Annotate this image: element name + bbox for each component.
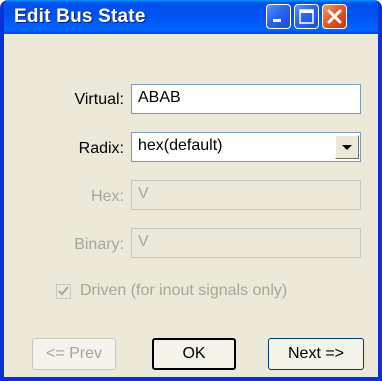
minimize-icon xyxy=(273,19,281,22)
radix-select[interactable]: hex(default) xyxy=(131,132,361,162)
radix-label: Radix: xyxy=(78,140,124,157)
minimize-button[interactable] xyxy=(266,4,291,29)
hex-label: Hex: xyxy=(91,188,124,205)
driven-checkbox-label: Driven (for inout signals only) xyxy=(80,282,288,299)
driven-checkbox xyxy=(56,284,71,299)
chevron-down-icon xyxy=(342,145,352,150)
maximize-icon xyxy=(299,9,314,24)
close-icon xyxy=(327,9,342,24)
window-title: Edit Bus State xyxy=(14,6,146,27)
virtual-label: Virtual: xyxy=(74,91,124,108)
binary-input: V xyxy=(131,228,361,258)
radix-dropdown-button[interactable] xyxy=(335,135,359,159)
binary-label: Binary: xyxy=(74,236,124,253)
edit-bus-state-dialog: Edit Bus State Virtual: ABAB Radix: hex(… xyxy=(0,0,382,381)
next-button[interactable]: Next => xyxy=(268,338,364,370)
checkmark-icon xyxy=(58,286,69,296)
prev-button: <= Prev xyxy=(32,338,116,370)
maximize-button[interactable] xyxy=(294,4,319,29)
hex-input: V xyxy=(131,180,361,210)
radix-selected-value: hex(default) xyxy=(138,137,223,154)
close-button[interactable] xyxy=(322,4,347,29)
title-bar[interactable]: Edit Bus State xyxy=(4,0,378,34)
ok-button[interactable]: OK xyxy=(152,338,236,370)
virtual-input[interactable]: ABAB xyxy=(131,84,361,114)
